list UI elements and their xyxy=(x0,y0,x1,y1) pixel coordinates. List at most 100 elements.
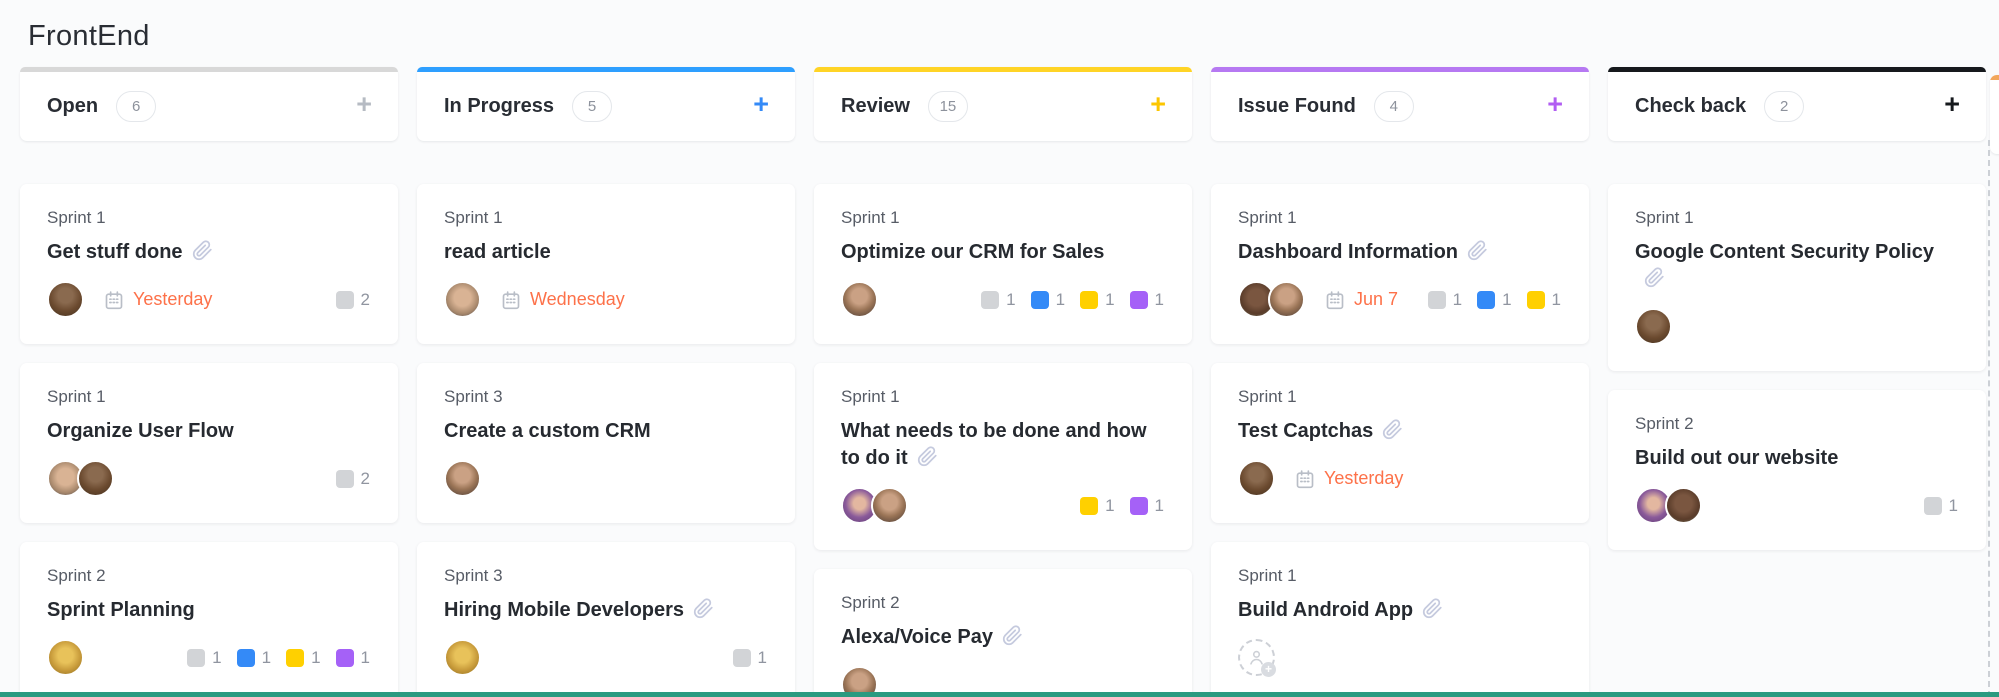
due-date-label: Yesterday xyxy=(133,289,213,309)
tag-counter: 1 xyxy=(187,648,222,668)
assignee-avatar[interactable] xyxy=(1635,308,1672,345)
tag-counters: 11 xyxy=(1080,496,1164,516)
horizontal-scrollbar[interactable] xyxy=(0,692,1999,697)
column-cards: Sprint 1 Google Content Security Policy Sp… xyxy=(1608,184,1986,550)
tag-color-swatch xyxy=(1129,290,1148,309)
task-card[interactable]: Sprint 3 Hiring Mobile Developers 1 xyxy=(417,542,795,697)
task-card[interactable]: Sprint 1 What needs to be done and how to… xyxy=(814,363,1192,550)
assignee-avatar[interactable] xyxy=(1238,460,1275,497)
task-card[interactable]: Sprint 1 Google Content Security Policy xyxy=(1608,184,1986,371)
task-title-row: Google Content Security Policy xyxy=(1635,239,1958,293)
task-card[interactable]: Sprint 1 Dashboard Information Jun 7 1 1 1 xyxy=(1211,184,1589,344)
assignee-avatars xyxy=(1635,308,1672,345)
assignee-avatar[interactable] xyxy=(47,639,84,676)
assign-user-icon[interactable]: + xyxy=(1238,639,1276,677)
assignee-avatar[interactable] xyxy=(444,639,481,676)
task-title[interactable]: Dashboard Information xyxy=(1238,241,1458,263)
task-title[interactable]: Build out our website xyxy=(1635,447,1838,469)
assignee-avatars xyxy=(47,639,84,676)
task-card[interactable]: Sprint 1 read article Wednesday xyxy=(417,184,795,344)
tag-count: 1 xyxy=(1055,289,1066,309)
task-meta-row: 1 1 1 1 xyxy=(841,281,1164,318)
tag-count: 1 xyxy=(1105,289,1115,309)
attachment-icon xyxy=(192,240,213,261)
column-color-bar xyxy=(417,67,795,72)
task-card[interactable]: Sprint 1 Organize User Flow 2 xyxy=(20,363,398,523)
task-title[interactable]: What needs to be done and how to do it xyxy=(841,420,1147,469)
column-header[interactable]: In Progress 5 + xyxy=(417,67,795,141)
column-header[interactable]: Review 15 + xyxy=(814,67,1192,141)
add-task-button[interactable]: + xyxy=(1944,91,1960,122)
add-task-button[interactable]: + xyxy=(753,91,769,122)
collapsed-column-edge[interactable] xyxy=(1990,75,1999,154)
tag-count: 2 xyxy=(360,289,370,309)
tag-color-swatch xyxy=(335,469,354,488)
tag-count: 1 xyxy=(261,647,272,667)
attachment-icon xyxy=(1644,267,1665,288)
column-header[interactable]: Check back 2 + xyxy=(1608,67,1986,141)
column-task-count: 6 xyxy=(116,91,157,122)
assignee-avatar[interactable] xyxy=(1268,281,1305,318)
task-card[interactable]: Sprint 2 Sprint Planning 1 1 1 1 xyxy=(20,542,398,697)
tag-color-swatch xyxy=(1080,496,1099,515)
due-date[interactable]: Yesterday xyxy=(104,289,212,310)
task-sprint-label: Sprint 1 xyxy=(1238,208,1297,227)
column-cards: Sprint 1 Dashboard Information Jun 7 1 1 1 Spr… xyxy=(1211,184,1589,697)
assignee-avatar[interactable] xyxy=(444,281,481,318)
task-title[interactable]: Build Android App xyxy=(1238,599,1413,621)
task-card[interactable]: Sprint 2 Alexa/Voice Pay xyxy=(814,569,1192,697)
assignee-avatar[interactable] xyxy=(77,460,114,497)
task-title[interactable]: Create a custom CRM xyxy=(444,420,651,442)
task-title[interactable]: read article xyxy=(444,241,551,263)
column-header[interactable]: Issue Found 4 + xyxy=(1211,67,1589,141)
tag-color-swatch xyxy=(1427,290,1446,309)
task-title[interactable]: Test Captchas xyxy=(1238,420,1373,442)
task-title-row: Alexa/Voice Pay xyxy=(841,624,1164,651)
tag-color-swatch xyxy=(1129,496,1148,515)
task-sprint-label: Sprint 1 xyxy=(1238,387,1297,406)
task-title[interactable]: Organize User Flow xyxy=(47,420,234,442)
tag-counter: 1 xyxy=(335,648,370,668)
add-task-button[interactable]: + xyxy=(356,91,372,122)
tag-count: 1 xyxy=(1551,289,1561,309)
add-task-button[interactable]: + xyxy=(1547,91,1563,122)
tag-color-swatch xyxy=(732,648,751,667)
assignee-avatar[interactable] xyxy=(47,281,84,318)
assignee-avatar[interactable] xyxy=(1665,487,1702,524)
task-title[interactable]: Alexa/Voice Pay xyxy=(841,626,993,648)
task-card[interactable]: Sprint 1 Test Captchas Yesterday xyxy=(1211,363,1589,523)
due-date[interactable]: Wednesday xyxy=(501,289,625,310)
tag-counters: 1 1 1 1 xyxy=(981,290,1164,310)
tag-color-swatch xyxy=(1923,496,1942,515)
task-title[interactable]: Optimize our CRM for Sales xyxy=(841,241,1104,263)
task-card[interactable]: Sprint 2 Build out our website 1 xyxy=(1608,390,1986,550)
task-title[interactable]: Hiring Mobile Developers xyxy=(444,599,684,621)
task-title-row: Test Captchas xyxy=(1238,418,1561,445)
due-date[interactable]: Yesterday xyxy=(1295,468,1403,489)
tag-counter: 1 xyxy=(236,647,272,668)
task-card[interactable]: Sprint 1 Get stuff done Yesterday 2 xyxy=(20,184,398,344)
task-title[interactable]: Google Content Security Policy xyxy=(1635,241,1934,263)
assignee-avatar[interactable] xyxy=(444,460,481,497)
task-meta-row: Yesterday xyxy=(1238,460,1561,497)
task-title-row: Build out our website xyxy=(1635,445,1958,472)
task-meta-row xyxy=(1635,308,1958,345)
task-card[interactable]: Sprint 1 Build Android App + xyxy=(1211,542,1589,697)
due-date[interactable]: Jun 7 xyxy=(1325,289,1398,310)
tag-color-swatch xyxy=(286,648,305,667)
assignee-avatar[interactable] xyxy=(841,281,878,318)
add-task-button[interactable]: + xyxy=(1150,91,1166,122)
task-title[interactable]: Sprint Planning xyxy=(47,599,195,621)
task-title[interactable]: Get stuff done xyxy=(47,241,183,263)
tag-counter: 1 xyxy=(286,648,321,668)
assignee-avatar[interactable] xyxy=(871,487,908,524)
task-meta-row xyxy=(444,460,767,497)
column-open: Open 6 + Sprint 1 Get stuff done Yesterday 2 Sp… xyxy=(20,67,398,697)
attachment-icon xyxy=(917,446,938,467)
tag-counter: 1 xyxy=(1526,289,1561,310)
tag-counter: 1 xyxy=(1030,289,1066,310)
column-header[interactable]: Open 6 + xyxy=(20,67,398,141)
task-card[interactable]: Sprint 3 Create a custom CRM xyxy=(417,363,795,523)
task-sprint-label: Sprint 3 xyxy=(444,387,503,406)
task-card[interactable]: Sprint 1 Optimize our CRM for Sales 1 1 1 1 xyxy=(814,184,1192,344)
